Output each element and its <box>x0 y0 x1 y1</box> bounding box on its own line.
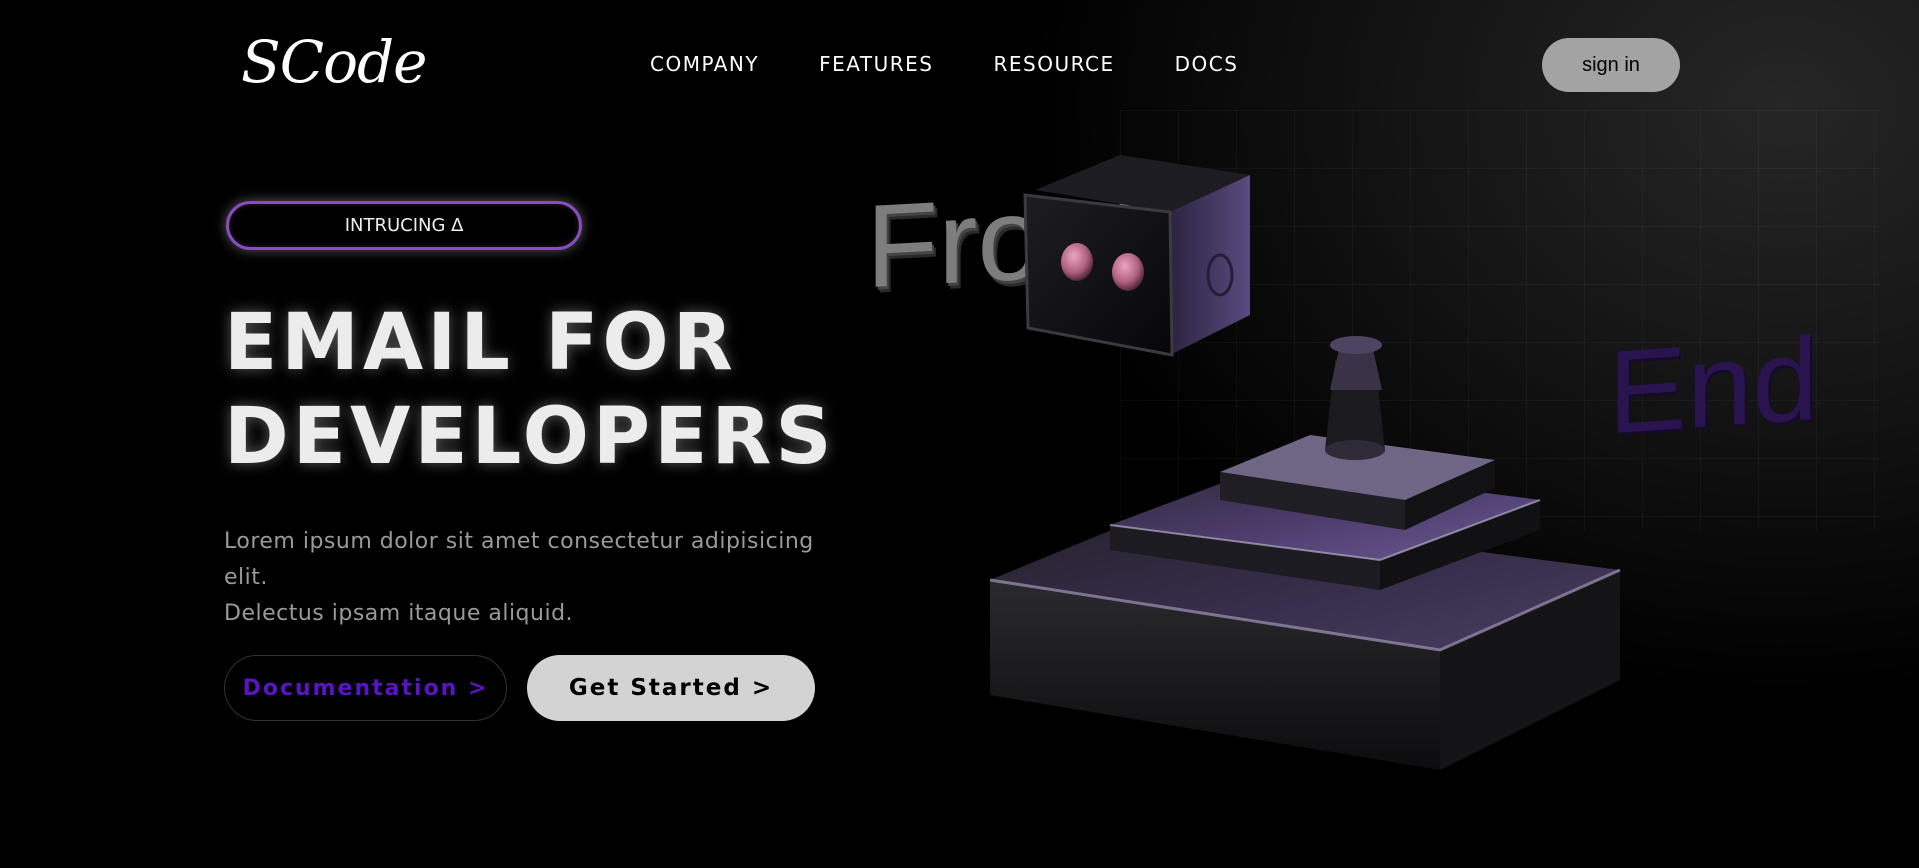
hero-description: Lorem ipsum dolor sit amet consectetur a… <box>224 524 864 632</box>
main-nav: COMPANY FEATURES RESOURCE DOCS <box>650 52 1238 76</box>
hero-title-line2: DEVELOPERS <box>224 392 836 482</box>
get-started-button[interactable]: Get Started > <box>527 655 815 721</box>
brand-logo[interactable]: SCode <box>241 28 427 96</box>
site-header: SCode COMPANY FEATURES RESOURCE DOCS sig… <box>0 0 1919 130</box>
sign-in-button[interactable]: sign in <box>1542 38 1680 92</box>
hero-title: EMAIL FOR DEVELOPERS <box>224 296 836 484</box>
hero-description-line2: Delectus ipsam itaque aliquid. <box>224 601 574 626</box>
robot-3d-illustration <box>989 155 1621 770</box>
nav-item-company[interactable]: COMPANY <box>650 52 759 76</box>
documentation-button[interactable]: Documentation > <box>224 655 507 721</box>
intro-badge[interactable]: INTRUCING ∆ <box>226 201 582 250</box>
hero-description-line1: Lorem ipsum dolor sit amet consectetur a… <box>224 529 814 590</box>
end-3d-text: End <box>1608 312 1818 460</box>
nav-item-features[interactable]: FEATURES <box>819 52 933 76</box>
nav-item-docs[interactable]: DOCS <box>1175 52 1239 76</box>
hero-title-line1: EMAIL FOR <box>224 298 737 388</box>
nav-item-resource[interactable]: RESOURCE <box>993 52 1114 76</box>
